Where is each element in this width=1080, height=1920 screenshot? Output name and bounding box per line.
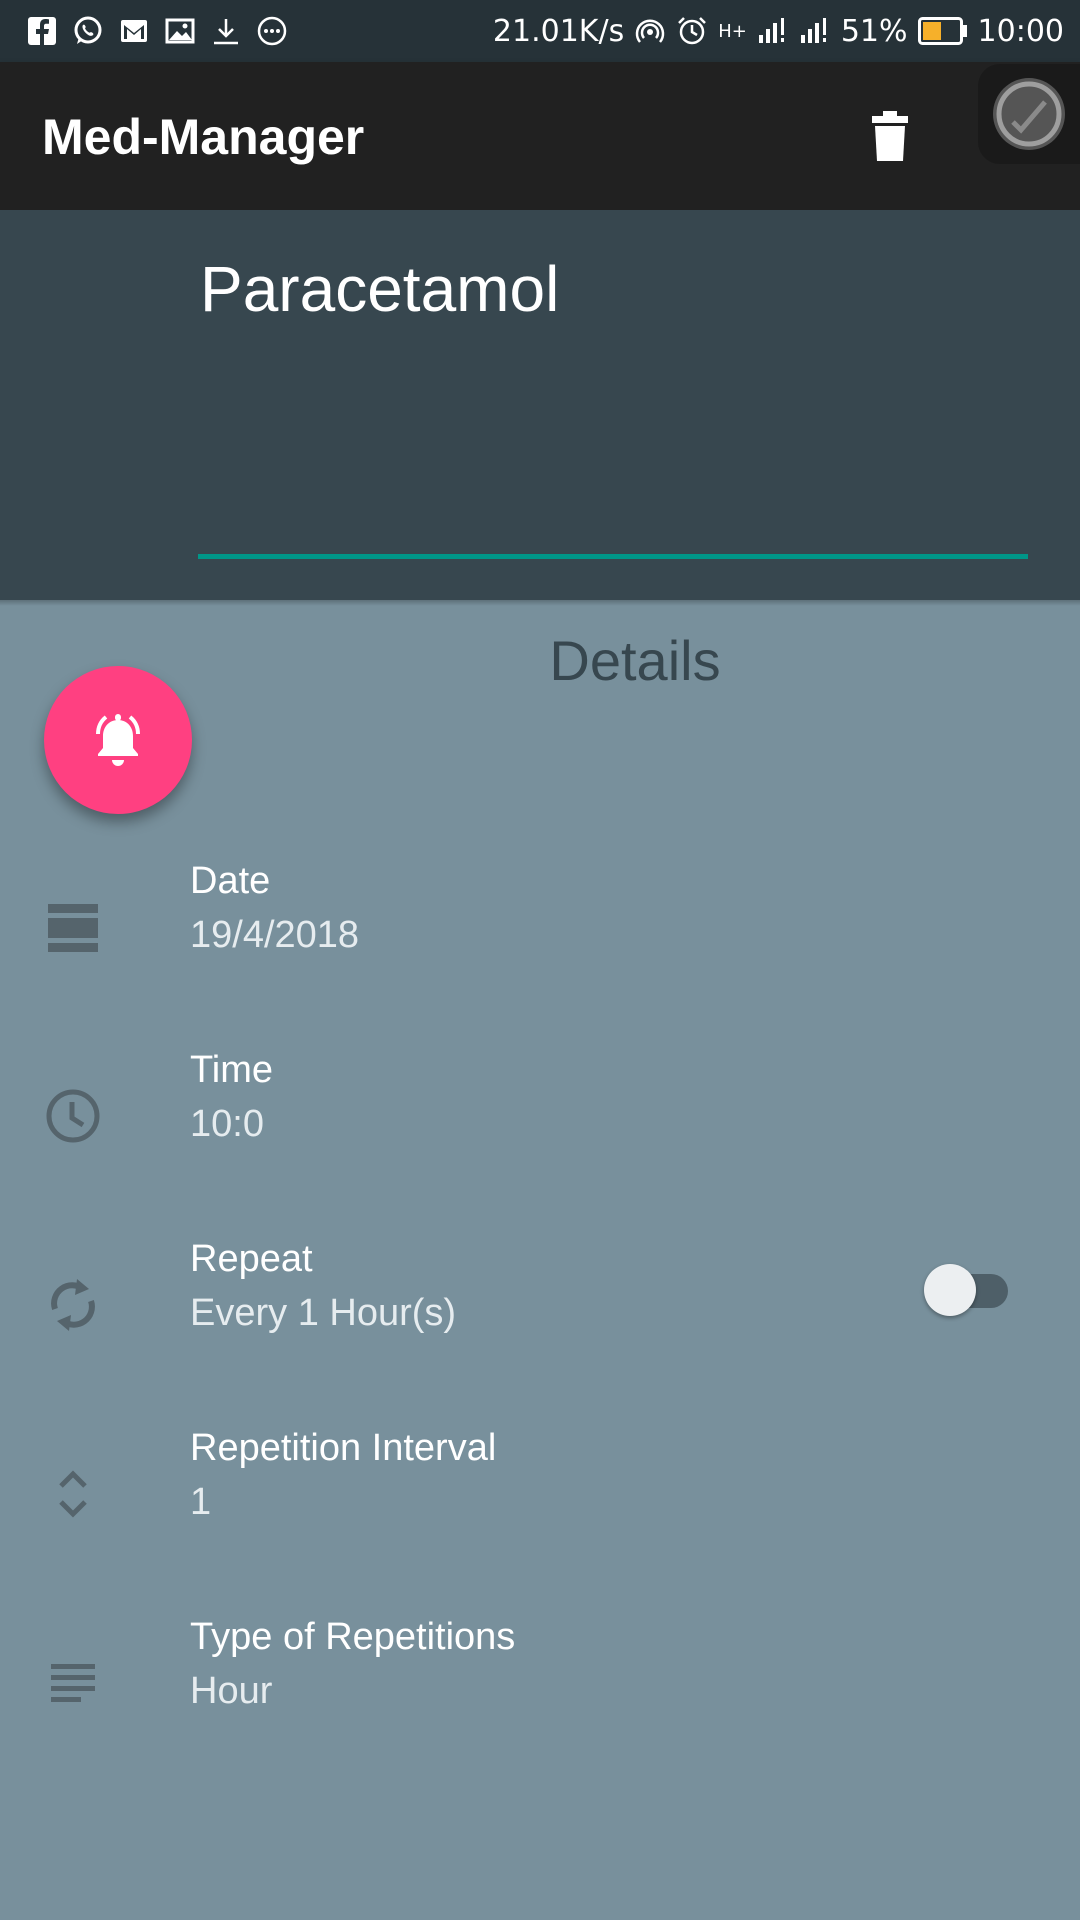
medicine-name-header: Paracetamol [0,210,1080,600]
repetition-type-label: Type of Repetitions [190,1616,516,1658]
alarm-icon [678,17,707,45]
trash-icon [872,111,908,161]
signal-icon [758,18,784,43]
battery-icon [917,17,968,45]
date-label: Date [190,860,271,902]
repeat-value: Every 1 Hour(s) [190,1292,457,1334]
unfold-icon [40,1461,106,1527]
notification-icons [26,14,288,48]
clock-time: 10:00 [977,13,1064,49]
facebook-icon [28,17,56,45]
time-label: Time [190,1049,274,1091]
alarm-bell-icon [96,714,140,766]
medicine-name-input[interactable]: Paracetamol [200,252,1020,326]
network-speed: 21.01K/s [492,13,625,49]
calendar-icon [40,894,106,960]
app-title: Med-Manager [42,109,365,165]
battery-percent: 51% [840,13,908,49]
header-shadow [0,600,1080,606]
repeat-row: Repeat Every 1 Hour(s) [0,1236,1080,1386]
gmail-icon [121,20,147,42]
alarm-fab-button[interactable] [44,666,192,814]
hotspot-icon [635,19,665,43]
date-value: 19/4/2018 [190,914,360,956]
delete-button[interactable] [866,108,914,164]
date-row[interactable]: Date 19/4/2018 [0,858,1080,1008]
save-button[interactable] [978,64,1080,164]
time-row[interactable]: Time 10:0 [0,1047,1080,1197]
repetition-type-value: Hour [190,1670,273,1712]
subject-icon [40,1650,106,1716]
repetition-interval-value: 1 [190,1481,212,1523]
repeat-label: Repeat [190,1238,313,1280]
repetition-interval-row[interactable]: Repetition Interval 1 [0,1425,1080,1575]
repeat-toggle[interactable] [924,1264,1008,1316]
status-bar: 21.01K/s H+ 51% 10:00 [0,0,1080,62]
repetition-type-row[interactable]: Type of Repetitions Hour [0,1614,1080,1764]
more-icon [257,16,287,46]
network-type: H+ [718,20,747,42]
input-underline [198,554,1028,559]
repeat-icon [40,1272,106,1338]
clock-icon [40,1083,106,1149]
toggle-thumb [924,1264,976,1316]
signal-icon [800,18,826,43]
whatsapp-icon [74,16,102,44]
system-indicators: 21.01K/s H+ 51% 10:00 [493,10,1064,52]
app-toolbar: Med-Manager [0,62,1080,210]
gallery-icon [165,18,195,44]
check-icon [993,78,1065,150]
repetition-interval-label: Repetition Interval [190,1427,497,1469]
time-value: 10:0 [190,1103,264,1145]
download-icon [214,19,238,45]
